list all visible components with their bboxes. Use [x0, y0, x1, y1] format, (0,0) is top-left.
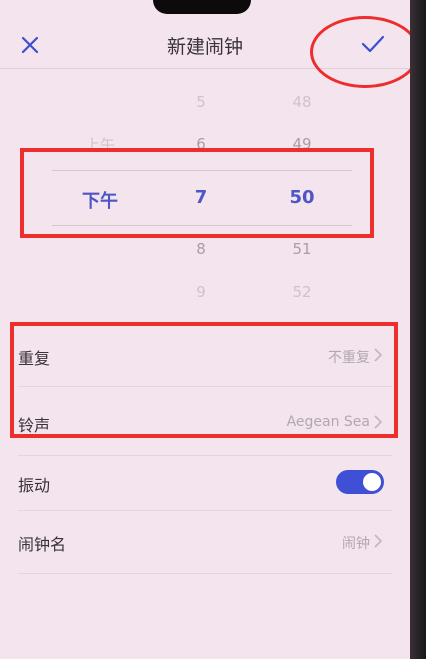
annotation-confirm-circle — [310, 16, 420, 88]
annotation-time-highlight — [20, 148, 374, 238]
phone-bezel — [410, 0, 426, 659]
annotation-settings-highlight — [10, 322, 398, 438]
toggle-knob — [363, 473, 381, 491]
hour-option[interactable]: 5 — [171, 93, 231, 111]
vibrate-toggle[interactable] — [336, 470, 384, 494]
minute-option[interactable]: 52 — [272, 283, 332, 301]
vibrate-label: 振动 — [18, 476, 51, 495]
hour-option[interactable]: 8 — [171, 240, 231, 258]
alarm-name-label: 闹钟名 — [18, 535, 67, 554]
alarm-name-value: 闹钟 — [342, 536, 370, 552]
row-divider — [18, 573, 392, 574]
camera-notch — [153, 0, 251, 14]
hour-option[interactable]: 9 — [171, 283, 231, 301]
minute-option[interactable]: 51 — [272, 240, 332, 258]
row-divider — [18, 510, 392, 511]
row-divider — [18, 455, 392, 456]
minute-option[interactable]: 48 — [272, 93, 332, 111]
status-bar — [0, 0, 410, 18]
chevron-right-icon — [374, 534, 383, 548]
phone-screen: 新建闹钟 上午 下午 5 6 7 8 9 48 49 50 51 52 重复 不… — [0, 0, 413, 659]
